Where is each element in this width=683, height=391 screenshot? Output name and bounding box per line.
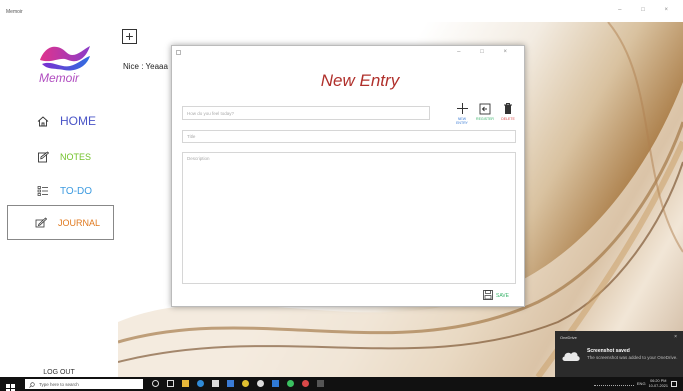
plus-icon — [452, 101, 472, 116]
journal-pen-icon — [30, 217, 52, 228]
clock[interactable]: 06:20 PM 10-07-2021 — [649, 379, 668, 388]
plus-square-icon: + — [125, 28, 134, 44]
cortana-icon[interactable] — [152, 380, 159, 387]
memoir-app-icon[interactable] — [317, 380, 324, 387]
file-explorer-icon[interactable] — [182, 380, 189, 387]
notification-close-button[interactable]: × — [674, 334, 677, 340]
clock-time: 06:20 PM — [650, 379, 667, 383]
close-button[interactable]: × — [664, 7, 677, 13]
onedrive-notification[interactable]: OneDrive × Screenshot saved The screensh… — [555, 331, 683, 377]
notes-edit-icon — [32, 151, 54, 163]
app-titlebar: Memoir – □ × — [0, 0, 683, 22]
vscode-icon[interactable] — [272, 380, 279, 387]
new-entry-label: NEW ENTRY — [456, 117, 468, 125]
dialog-title: New Entry — [320, 71, 400, 90]
add-entry-button[interactable]: + — [122, 29, 137, 44]
system-tray: ENG 06:20 PM 10-07-2021 — [593, 379, 677, 388]
tray-icons[interactable] — [593, 381, 634, 386]
sidebar-item-label: TO-DO — [60, 185, 93, 197]
new-entry-button[interactable]: NEW ENTRY — [452, 101, 472, 125]
browser-icon[interactable] — [302, 380, 309, 387]
delete-button[interactable]: DELETE — [498, 101, 518, 121]
whatsapp-icon[interactable] — [287, 380, 294, 387]
minimize-button[interactable]: – — [618, 7, 630, 13]
app-icon[interactable] — [257, 380, 264, 387]
description-input[interactable]: Description — [182, 152, 516, 284]
dialog-app-icon — [176, 50, 181, 57]
save-icon — [483, 287, 493, 305]
save-button[interactable]: SAVE — [483, 290, 509, 302]
sidebar-item-todo[interactable]: TO-DO — [10, 174, 112, 208]
taskbar-search-input[interactable]: Type here to search — [25, 379, 143, 389]
dialog-minimize-button[interactable]: – — [457, 49, 469, 55]
task-view-icon[interactable] — [167, 380, 174, 387]
windows-logo-icon — [6, 384, 15, 391]
chrome-icon[interactable] — [242, 380, 249, 387]
logout-button[interactable]: LOG OUT — [0, 369, 118, 376]
home-icon — [32, 115, 54, 127]
sidebar-item-label: JOURNAL — [58, 217, 101, 228]
search-icon — [29, 375, 35, 391]
logo-text: Memoir — [38, 71, 79, 85]
sidebar-item-journal[interactable]: JOURNAL — [7, 205, 114, 240]
sidebar-item-home[interactable]: HOME — [10, 104, 112, 138]
notification-title: Screenshot saved — [587, 348, 630, 354]
sidebar-item-label: HOME — [60, 114, 96, 128]
trash-icon — [498, 101, 518, 116]
sidebar-item-label: NOTES — [60, 152, 92, 162]
dialog-close-button[interactable]: × — [503, 49, 516, 55]
notification-body: The screenshot was added to your OneDriv… — [587, 355, 678, 360]
language-indicator[interactable]: ENG — [637, 381, 646, 386]
memoir-logo — [40, 46, 90, 71]
sidebar: Memoir HOME NOTES TO-DO JOURNAL LOG OUT — [0, 22, 118, 377]
maximize-button[interactable]: □ — [641, 7, 654, 13]
sidebar-item-notes[interactable]: NOTES — [10, 140, 112, 174]
checklist-icon — [32, 185, 54, 197]
notification-app-name: OneDrive — [560, 335, 577, 340]
delete-label: DELETE — [501, 117, 515, 121]
new-entry-dialog: – □ × New Entry How do you feel today? N… — [171, 45, 525, 307]
taskbar-search-placeholder: Type here to search — [39, 381, 79, 387]
dialog-maximize-button[interactable]: □ — [480, 49, 493, 55]
taskbar: Type here to search ENG 06:20 PM 10-07-2… — [0, 377, 683, 391]
register-label: REGISTER — [476, 117, 494, 121]
taskbar-pinned-apps — [152, 380, 324, 387]
mail-icon[interactable] — [227, 380, 234, 387]
feel-input[interactable]: How do you feel today? — [182, 106, 430, 120]
clock-date: 10-07-2021 — [648, 383, 668, 388]
notifications-icon[interactable] — [671, 380, 677, 387]
cloud-icon — [561, 349, 581, 367]
window-controls[interactable]: – □ × — [618, 7, 677, 13]
windows-start-button[interactable] — [6, 380, 15, 391]
exit-icon — [475, 101, 495, 116]
title-input[interactable]: Title — [182, 130, 516, 143]
dialog-window-controls[interactable]: – □ × — [457, 49, 516, 55]
edge-icon[interactable] — [197, 380, 204, 387]
journal-entry-item[interactable]: Nice : Yeaaa — [123, 62, 168, 71]
register-button[interactable]: REGISTER — [475, 101, 495, 121]
save-label: SAVE — [496, 293, 509, 299]
app-title: Memoir — [6, 9, 23, 15]
store-icon[interactable] — [212, 380, 219, 387]
